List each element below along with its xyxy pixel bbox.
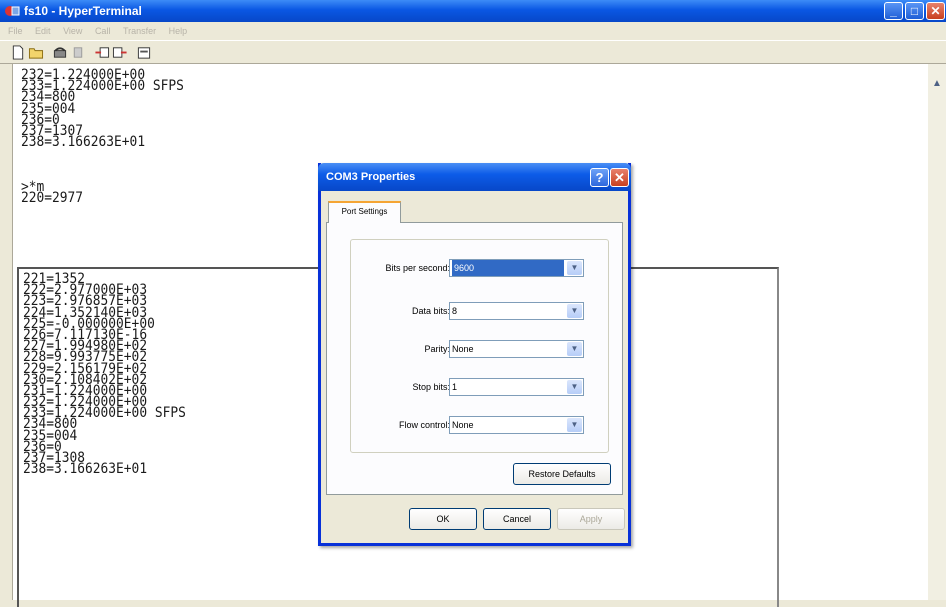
- scroll-up-arrow-icon[interactable]: ▲: [928, 76, 946, 92]
- tab-port-settings[interactable]: Port Settings: [328, 201, 401, 223]
- chevron-down-icon[interactable]: ▼: [567, 418, 582, 432]
- bits-per-second-label: Bits per second:: [385, 263, 450, 273]
- dialog-close-button[interactable]: ✕: [610, 168, 629, 187]
- dialog-title-bar: COM3 Properties ? ✕: [318, 163, 631, 191]
- call-icon[interactable]: [52, 45, 68, 60]
- chevron-down-icon[interactable]: ▼: [567, 342, 582, 356]
- menu-help[interactable]: Help: [169, 22, 188, 40]
- minimize-button[interactable]: _: [884, 2, 903, 20]
- disconnect-icon[interactable]: [70, 45, 86, 60]
- port-settings-panel: Bits per second: 9600 ▼ Data bits: 8 ▼ P…: [326, 222, 623, 495]
- properties-icon[interactable]: [136, 45, 152, 60]
- receive-icon[interactable]: [112, 45, 128, 60]
- vertical-scrollbar[interactable]: [928, 64, 946, 600]
- help-button[interactable]: ?: [590, 168, 609, 187]
- apply-button[interactable]: Apply: [557, 508, 625, 530]
- terminal-line: 220=2977: [21, 190, 84, 207]
- menu-call[interactable]: Call: [95, 22, 111, 40]
- title-bar: fs10 - HyperTerminal _ □ ✕: [0, 0, 946, 22]
- cancel-button[interactable]: Cancel: [483, 508, 551, 530]
- stop-bits-label: Stop bits:: [412, 382, 450, 392]
- menu-transfer[interactable]: Transfer: [123, 22, 156, 40]
- menu-file[interactable]: File: [8, 22, 23, 40]
- flow-control-select[interactable]: None ▼: [449, 416, 584, 434]
- data-bits-label: Data bits:: [411, 306, 450, 316]
- parity-label: Parity:: [424, 344, 450, 354]
- data-bits-select[interactable]: 8 ▼: [449, 302, 584, 320]
- settings-group: Bits per second: 9600 ▼ Data bits: 8 ▼ P…: [350, 239, 609, 453]
- menu-edit[interactable]: Edit: [35, 22, 51, 40]
- stop-bits-select[interactable]: 1 ▼: [449, 378, 584, 396]
- send-icon[interactable]: [94, 45, 110, 60]
- terminal-lower-output: 221=1352 222=2.977000E+03 223=2.976857E+03…: [23, 272, 186, 478]
- terminal-line: 238=3.166263E+01: [21, 134, 146, 151]
- close-button[interactable]: ✕: [926, 2, 945, 20]
- bits-per-second-select[interactable]: 9600 ▼: [449, 259, 584, 277]
- menu-bar: File Edit View Call Transfer Help: [0, 22, 946, 40]
- flow-control-value: None: [452, 420, 474, 430]
- ok-button[interactable]: OK: [409, 508, 477, 530]
- parity-select[interactable]: None ▼: [449, 340, 584, 358]
- data-bits-value: 8: [452, 306, 458, 316]
- maximize-button[interactable]: □: [905, 2, 924, 20]
- bits-per-second-value: 9600: [452, 260, 564, 276]
- chevron-down-icon[interactable]: ▼: [567, 304, 582, 318]
- terminal-line: 238=3.166263E+01: [23, 461, 148, 478]
- toolbar: [0, 40, 946, 64]
- parity-value: None: [452, 344, 474, 354]
- chevron-down-icon[interactable]: ▼: [567, 261, 582, 275]
- new-icon[interactable]: [10, 45, 26, 60]
- com3-properties-dialog: COM3 Properties ? ✕ Port Settings Bits p…: [318, 163, 631, 546]
- restore-defaults-button[interactable]: Restore Defaults: [513, 463, 611, 485]
- open-icon[interactable]: [28, 45, 44, 60]
- flow-control-label: Flow control:: [398, 420, 450, 430]
- terminal-upper-output: 232=1.224000E+00 233=1.224000E+00 SFPS 234…: [21, 68, 184, 207]
- chevron-down-icon[interactable]: ▼: [567, 380, 582, 394]
- menu-view[interactable]: View: [63, 22, 82, 40]
- dialog-title: COM3 Properties: [326, 171, 416, 183]
- stop-bits-value: 1: [452, 382, 458, 392]
- hyperterminal-icon: [5, 6, 20, 16]
- window-title: fs10 - HyperTerminal: [24, 4, 142, 18]
